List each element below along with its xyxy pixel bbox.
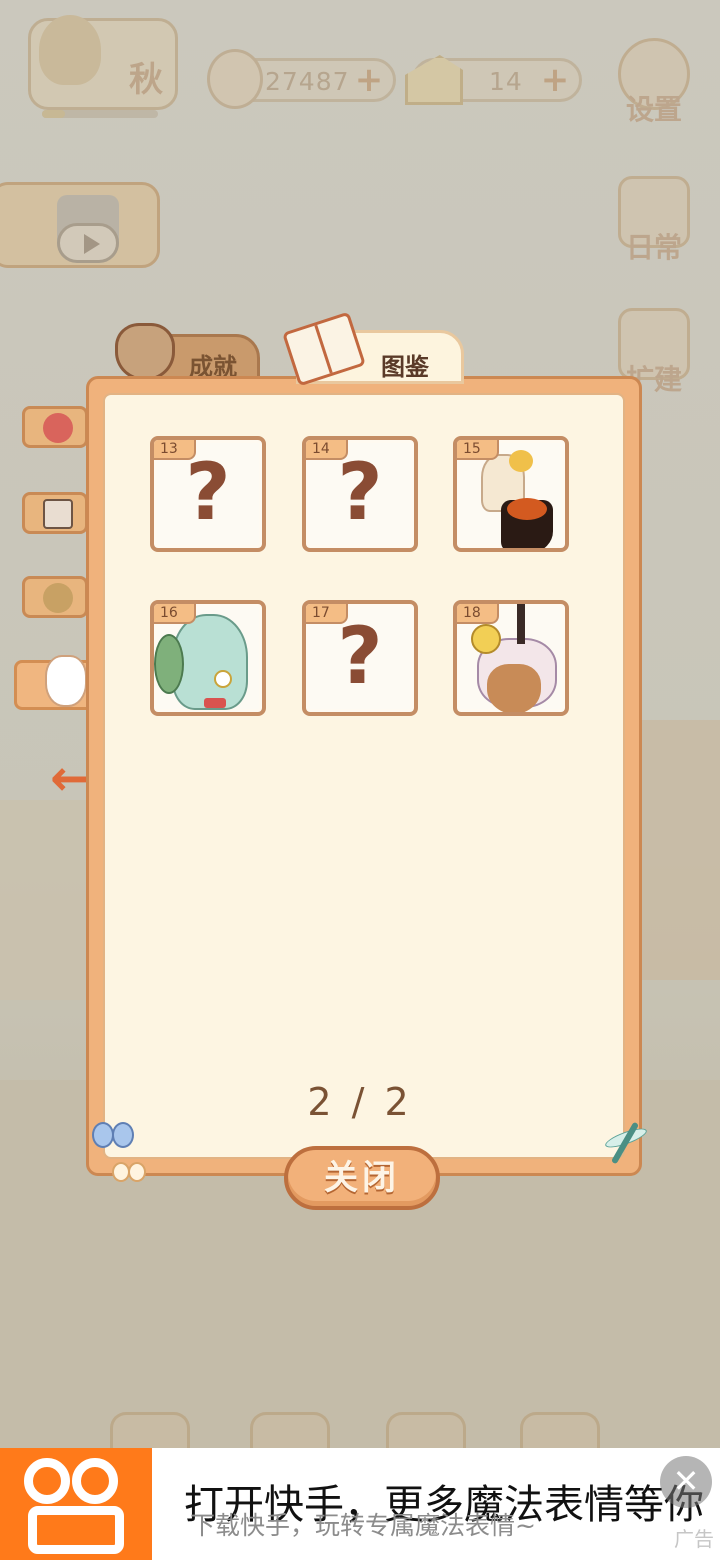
tab-collection-label: 图鉴 <box>381 353 429 381</box>
category-tab-bouquet[interactable] <box>22 576 88 618</box>
cheese-icon <box>405 55 463 105</box>
ad-subtitle: 下载快手，玩转专属魔法表情~ <box>190 1511 536 1540</box>
collection-card-16[interactable]: 16 <box>150 600 266 716</box>
daily-button[interactable]: 日常 <box>614 176 694 266</box>
trophy-icon <box>115 323 175 381</box>
ad-banner[interactable]: 打开快手，更多魔法表情等你 下载快手，玩转专属魔法表情~ ✕ 广告 <box>0 1448 720 1560</box>
card-number: 17 <box>306 604 348 624</box>
butterfly-icon <box>112 1162 148 1192</box>
tab-achievements[interactable]: 成就 <box>115 323 260 382</box>
top-bar: 秋 27487 + 14 + 设置 <box>0 0 720 140</box>
close-button-label: 关闭 <box>324 1158 400 1198</box>
background-fence <box>0 800 90 1000</box>
question-mark-icon: ? <box>337 448 383 538</box>
add-cheese-button[interactable]: + <box>539 63 571 97</box>
season-label: 秋 <box>129 60 163 100</box>
play-icon <box>57 223 119 263</box>
ad-close-button[interactable]: ✕ <box>660 1456 712 1508</box>
category-tab-photo[interactable] <box>22 492 88 534</box>
fish-amount: 27487 <box>265 67 350 96</box>
video-reward-button[interactable] <box>0 182 160 268</box>
tab-collection[interactable]: 图鉴 <box>282 311 464 387</box>
season-progress-fill <box>42 110 66 118</box>
fish-bone-icon <box>207 49 263 109</box>
collection-card-13[interactable]: 13 ? <box>150 436 266 552</box>
add-fish-button[interactable]: + <box>353 63 385 97</box>
background-bottom-buttons <box>110 1412 610 1452</box>
kuaishou-logo-icon <box>0 1448 152 1560</box>
category-tab-rose[interactable] <box>22 406 88 448</box>
season-badge[interactable]: 秋 <box>28 15 178 110</box>
fish-currency: 27487 + <box>207 49 396 109</box>
rose-icon <box>43 413 73 443</box>
bouquet-icon <box>43 583 73 613</box>
question-mark-icon: ? <box>337 612 383 702</box>
butterfly-icon <box>92 1122 138 1160</box>
settings-button[interactable]: 设置 <box>614 38 694 128</box>
collection-card-17[interactable]: 17 ? <box>302 600 418 716</box>
cheese-currency: 14 + <box>405 55 582 105</box>
collection-card-14[interactable]: 14 ? <box>302 436 418 552</box>
card-number: 14 <box>306 440 348 460</box>
card-number: 15 <box>457 440 499 460</box>
cheese-amount: 14 <box>489 67 523 96</box>
card-number: 13 <box>154 440 196 460</box>
card-number: 18 <box>457 604 499 624</box>
dragonfly-icon <box>600 1116 650 1168</box>
tree-icon <box>39 15 101 85</box>
settings-label: 设置 <box>625 93 682 126</box>
page-indicator: 2 / 2 <box>307 1080 413 1124</box>
question-mark-icon: ? <box>185 448 231 538</box>
photo-icon <box>43 499 73 529</box>
collection-card-18[interactable]: 18 <box>453 600 569 716</box>
daily-label: 日常 <box>625 231 682 264</box>
season-progress-bar <box>42 110 158 118</box>
collection-card-15[interactable]: 15 <box>453 436 569 552</box>
close-button[interactable]: 关闭 <box>284 1146 440 1210</box>
card-number: 16 <box>154 604 196 624</box>
ad-tag: 广告 <box>674 1527 714 1551</box>
cat-silhouette-icon <box>45 655 87 707</box>
